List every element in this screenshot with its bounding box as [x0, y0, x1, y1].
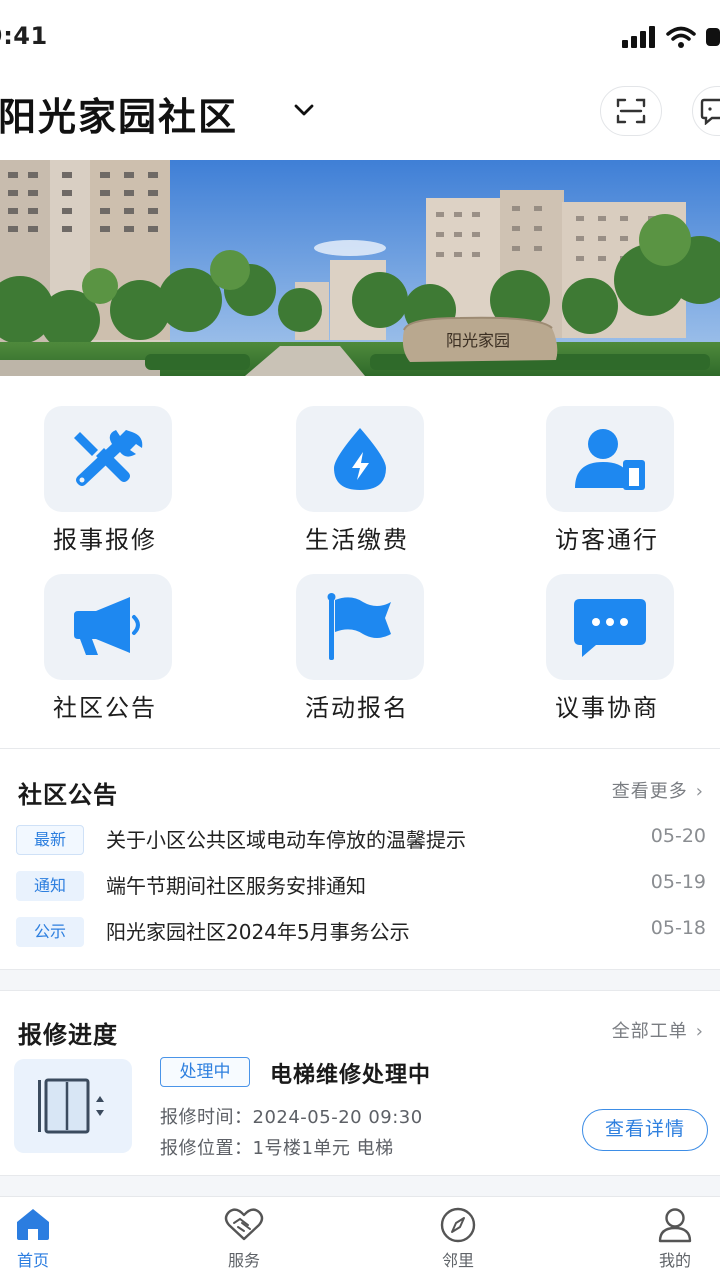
flag-icon [327, 593, 391, 660]
home-icon [17, 1209, 49, 1240]
bottom-tab-bar: 首页 服务 邻里 我的 [0, 1196, 720, 1280]
compass-icon [440, 1207, 476, 1243]
action-announcement[interactable]: 社区公告 [10, 544, 200, 722]
more-label: 查看更多 [611, 781, 688, 802]
announcement-icon-box [44, 574, 172, 680]
tab-label: 邻里 [441, 1251, 474, 1270]
tab-label: 首页 [16, 1251, 49, 1270]
status-time: 9:41 [0, 22, 48, 50]
notices-card: 社区公告 查看更多 › 最新 关于小区公共区域电动车停放的温馨提示 05-20 通… [0, 748, 720, 970]
action-label: 议事协商 [555, 694, 659, 722]
notice-tag: 公示 [16, 917, 84, 947]
community-banner[interactable]: 阳光家园 [0, 160, 720, 376]
message-icon [700, 98, 720, 125]
repair-location-label: 报修位置： [160, 1138, 253, 1159]
message-button[interactable] [692, 86, 720, 136]
community-selector[interactable]: 阳光家园社区 [0, 86, 238, 141]
scan-button[interactable] [600, 86, 662, 136]
notices-more-link[interactable]: 查看更多 › [612, 777, 704, 803]
visitor-pass-icon [575, 429, 645, 490]
action-repair[interactable]: 报事报修 [10, 376, 200, 554]
header: 阳光家园社区 [0, 72, 720, 160]
signal-icon [622, 26, 655, 48]
action-payment[interactable]: 生活缴费 [262, 376, 452, 554]
more-label: 全部工单 [611, 1021, 688, 1042]
tab-mine[interactable]: 我的 [615, 1197, 720, 1280]
notice-text: 关于小区公共区域电动车停放的温馨提示 [106, 828, 466, 852]
notice-tag: 通知 [16, 871, 84, 901]
user-icon [658, 1208, 692, 1243]
repair-title: 报修进度 [18, 1021, 118, 1049]
repair-time-value: 2024-05-20 09:30 [252, 1107, 423, 1128]
notice-date: 05-18 [650, 917, 706, 939]
tab-service[interactable]: 服务 [184, 1197, 304, 1280]
handshake-heart-icon [224, 1208, 264, 1241]
banner-stone-text: 阳光家园 [446, 331, 510, 350]
notice-text: 阳光家园社区2024年5月事务公示 [106, 920, 410, 944]
chevron-right-icon: › [695, 781, 704, 802]
chat-bubble-icon [574, 599, 646, 657]
tab-label: 服务 [227, 1251, 260, 1270]
action-label: 活动报名 [305, 694, 409, 722]
repair-time-label: 报修时间： [160, 1107, 253, 1128]
status-bar: 9:41 [0, 0, 720, 72]
tab-neighbor[interactable]: 邻里 [398, 1197, 518, 1280]
battery-icon [706, 28, 720, 46]
notices-title: 社区公告 [18, 781, 118, 809]
chevron-right-icon: › [695, 1021, 704, 1042]
notice-tag: 最新 [16, 825, 84, 855]
action-label: 社区公告 [53, 694, 157, 722]
payment-icon-box [296, 406, 424, 512]
repair-thumbnail [14, 1059, 132, 1153]
repair-status-badge: 处理中 [160, 1057, 250, 1087]
tab-home[interactable]: 首页 [0, 1197, 93, 1280]
notice-date: 05-19 [650, 871, 706, 893]
action-activity[interactable]: 活动报名 [262, 544, 452, 722]
discussion-icon-box [546, 574, 674, 680]
repair-card: 报修进度 全部工单 › 处理中 电梯维修处理中 报修时间：2024-05-20 0… [0, 990, 720, 1176]
tab-label: 我的 [658, 1251, 691, 1270]
action-visitor[interactable]: 访客通行 [512, 376, 702, 554]
wrench-screwdriver-icon [74, 430, 143, 486]
view-detail-button[interactable]: 查看详情 [582, 1109, 708, 1151]
wifi-icon [666, 26, 696, 48]
scan-icon [616, 98, 646, 124]
all-orders-link[interactable]: 全部工单 › [612, 1017, 704, 1043]
notice-item[interactable]: 通知 端午节期间社区服务安排通知 05-19 [0, 867, 720, 905]
repair-icon-box [44, 406, 172, 512]
water-drop-bolt-icon [334, 428, 386, 490]
notice-item[interactable]: 最新 关于小区公共区域电动车停放的温馨提示 05-20 [0, 821, 720, 859]
elevator-icon [38, 1078, 104, 1134]
visitor-icon-box [546, 406, 674, 512]
quick-actions: 报事报修 生活缴费 访客通行 社区公告 活动报名 议事协商 [0, 376, 720, 748]
notice-date: 05-20 [650, 825, 706, 847]
action-discussion[interactable]: 议事协商 [512, 544, 702, 722]
notice-text: 端午节期间社区服务安排通知 [106, 874, 366, 898]
activity-icon-box [296, 574, 424, 680]
repair-time: 报修时间：2024-05-20 09:30 [160, 1103, 423, 1129]
banner-image: 阳光家园 [0, 160, 720, 376]
community-name: 阳光家园社区 [0, 95, 239, 139]
megaphone-icon [74, 597, 140, 655]
repair-item-title: 电梯维修处理中 [270, 1063, 432, 1088]
repair-location-value: 1号楼1单元 电梯 [252, 1138, 394, 1159]
chevron-down-icon[interactable] [290, 96, 318, 124]
notice-item[interactable]: 公示 阳光家园社区2024年5月事务公示 05-18 [0, 913, 720, 951]
repair-location: 报修位置：1号楼1单元 电梯 [160, 1134, 394, 1160]
